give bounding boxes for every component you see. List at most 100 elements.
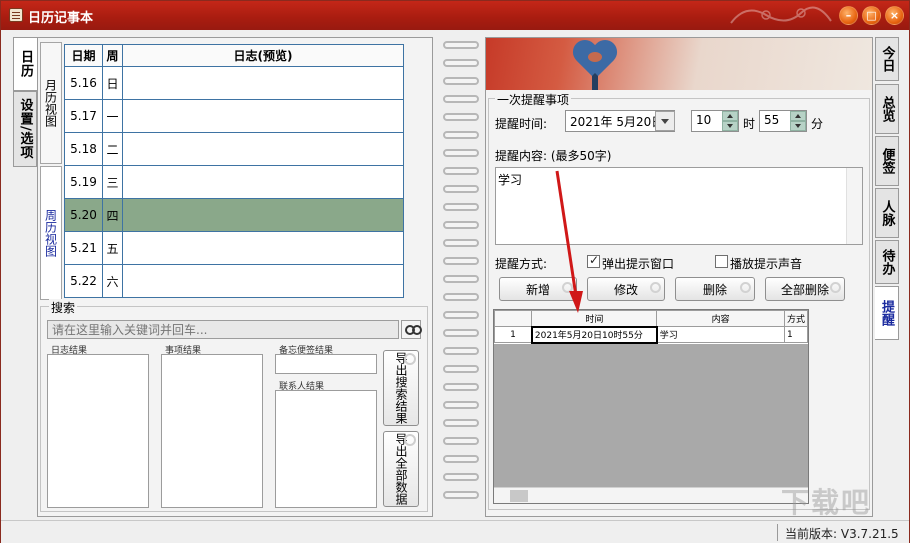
spin-down-icon[interactable] — [722, 121, 738, 131]
modify-reminder-label: 修改 — [613, 282, 638, 297]
ring-icon — [443, 329, 479, 337]
journal-results-list[interactable] — [47, 354, 149, 508]
add-reminder-button[interactable]: 新增 — [499, 277, 577, 301]
preview-cell[interactable] — [122, 99, 404, 133]
popup-window-label: 弹出提示窗口 — [602, 257, 675, 271]
reminder-method-label: 提醒方式: — [495, 257, 548, 271]
ring-icon — [443, 311, 479, 319]
search-legend: 搜索 — [49, 299, 78, 316]
item-results-list[interactable] — [161, 354, 263, 508]
table-row[interactable]: 5.16 日 — [64, 66, 404, 100]
delete-reminder-button[interactable]: 删除 — [675, 277, 755, 301]
notebook-rings — [437, 37, 483, 517]
swirl-icon — [740, 282, 751, 293]
ring-icon — [443, 347, 479, 355]
ring-icon — [443, 167, 479, 175]
table-row[interactable]: 5.21 五 — [64, 231, 404, 265]
table-row[interactable]: 5.22 六 — [64, 264, 404, 298]
play-sound-checkbox[interactable] — [715, 255, 728, 268]
reminder-time-label: 提醒时间: — [495, 117, 548, 131]
ring-icon — [443, 437, 479, 445]
tab-calendar[interactable]: 日历 — [13, 37, 37, 91]
preview-cell[interactable] — [122, 66, 404, 100]
modify-reminder-button[interactable]: 修改 — [587, 277, 665, 301]
weekday-cell: 二 — [102, 132, 123, 166]
column-header-weekday: 周 — [102, 44, 123, 67]
delete-all-reminders-button[interactable]: 全部删除 — [765, 277, 845, 301]
export-search-results-button[interactable]: 导出搜索结果 — [383, 350, 419, 426]
preview-cell[interactable] — [122, 264, 404, 298]
weekday-cell: 日 — [102, 66, 123, 100]
hour-spin-buttons[interactable] — [722, 111, 738, 131]
tab-today[interactable]: 今日 — [875, 37, 899, 81]
week-table: 日期 周 日志(预览) 5.16 日 5.17 一 5.18 二 5.19 三 … — [64, 44, 404, 298]
time-cell[interactable]: 2021年5月20日10时55分 — [530, 325, 658, 344]
delete-all-reminders-label: 全部删除 — [780, 282, 829, 297]
column-header-date: 日期 — [64, 44, 103, 67]
preview-cell[interactable] — [122, 231, 404, 265]
content-scrollbar[interactable] — [846, 168, 862, 244]
export-all-data-button[interactable]: 导出全部数据 — [383, 431, 419, 507]
spin-up-icon[interactable] — [790, 111, 806, 121]
delete-reminder-label: 删除 — [702, 282, 727, 297]
ring-icon — [443, 113, 479, 121]
contact-results-list[interactable] — [275, 390, 377, 508]
table-row[interactable]: 5.19 三 — [64, 165, 404, 199]
preview-cell[interactable] — [122, 198, 404, 232]
preview-cell[interactable] — [122, 132, 404, 166]
date-cell: 5.21 — [64, 231, 103, 265]
tab-month-view[interactable]: 月历视图 — [40, 42, 62, 164]
spin-down-icon[interactable] — [790, 121, 806, 131]
reminder-legend: 一次提醒事项 — [495, 91, 572, 108]
memo-results-list[interactable] — [275, 354, 377, 374]
method-cell[interactable]: 1 — [783, 326, 808, 343]
title-bar[interactable]: 日历记事本 – □ × — [1, 1, 909, 30]
notebook-icon — [9, 8, 23, 22]
tab-reminder[interactable]: 提醒 — [875, 286, 899, 340]
reminder-content-label: 提醒内容: (最多50字) — [495, 149, 612, 163]
table-row-selected[interactable]: 5.20 四 — [64, 198, 404, 232]
search-input[interactable] — [47, 320, 399, 339]
preview-cell[interactable] — [122, 165, 404, 199]
tab-contacts[interactable]: 人脉 — [875, 188, 899, 238]
tab-settings[interactable]: 设置/选项 — [13, 91, 37, 167]
reminder-grid[interactable]: 时间 内容 方式 1 2021年5月20日10时55分 学习 1 — [493, 309, 809, 504]
tab-todo[interactable]: 待办 — [875, 240, 899, 284]
tab-overview[interactable]: 总览 — [875, 84, 899, 134]
ring-icon — [443, 185, 479, 193]
weekday-cell: 一 — [102, 99, 123, 133]
tab-sticky-notes[interactable]: 便签 — [875, 136, 899, 186]
binoculars-icon[interactable] — [401, 320, 422, 339]
maximize-button[interactable]: □ — [862, 6, 881, 25]
popup-window-checkbox[interactable] — [587, 253, 600, 268]
table-row[interactable]: 5.17 一 — [64, 99, 404, 133]
close-button[interactable]: × — [885, 6, 904, 25]
chevron-down-icon[interactable] — [655, 111, 675, 131]
tab-week-view[interactable]: 周历视图 — [40, 166, 62, 300]
scrollbar-thumb[interactable] — [510, 490, 528, 502]
column-header-preview: 日志(预览) — [122, 44, 404, 67]
date-cell: 5.18 — [64, 132, 103, 166]
column-header-index — [494, 310, 533, 327]
reminder-table: 时间 内容 方式 1 2021年5月20日10时55分 学习 1 — [494, 310, 808, 344]
weekday-cell: 六 — [102, 264, 123, 298]
grid-horizontal-scrollbar[interactable] — [494, 487, 808, 503]
ring-icon — [443, 383, 479, 391]
spin-up-icon[interactable] — [722, 111, 738, 121]
swirl-icon — [830, 282, 841, 293]
ring-icon — [443, 275, 479, 283]
table-row[interactable]: 5.18 二 — [64, 132, 404, 166]
reminder-content-field[interactable]: 学习 — [495, 167, 863, 245]
ring-icon — [443, 419, 479, 427]
status-divider — [777, 524, 778, 541]
one-time-reminder-group: 一次提醒事项 提醒时间: 2021年 5月20日 10 时 55 分 提醒内容:… — [488, 91, 870, 510]
grid-header-row: 时间 内容 方式 — [494, 310, 808, 327]
minimize-button[interactable]: – — [839, 6, 858, 25]
table-row[interactable]: 1 2021年5月20日10时55分 学习 1 — [494, 325, 808, 344]
content-cell[interactable]: 学习 — [656, 326, 785, 343]
ring-icon — [443, 257, 479, 265]
minute-spin-buttons[interactable] — [790, 111, 806, 131]
hour-unit-label: 时 — [743, 117, 756, 131]
title-ornament — [730, 6, 832, 24]
ring-icon — [443, 77, 479, 85]
